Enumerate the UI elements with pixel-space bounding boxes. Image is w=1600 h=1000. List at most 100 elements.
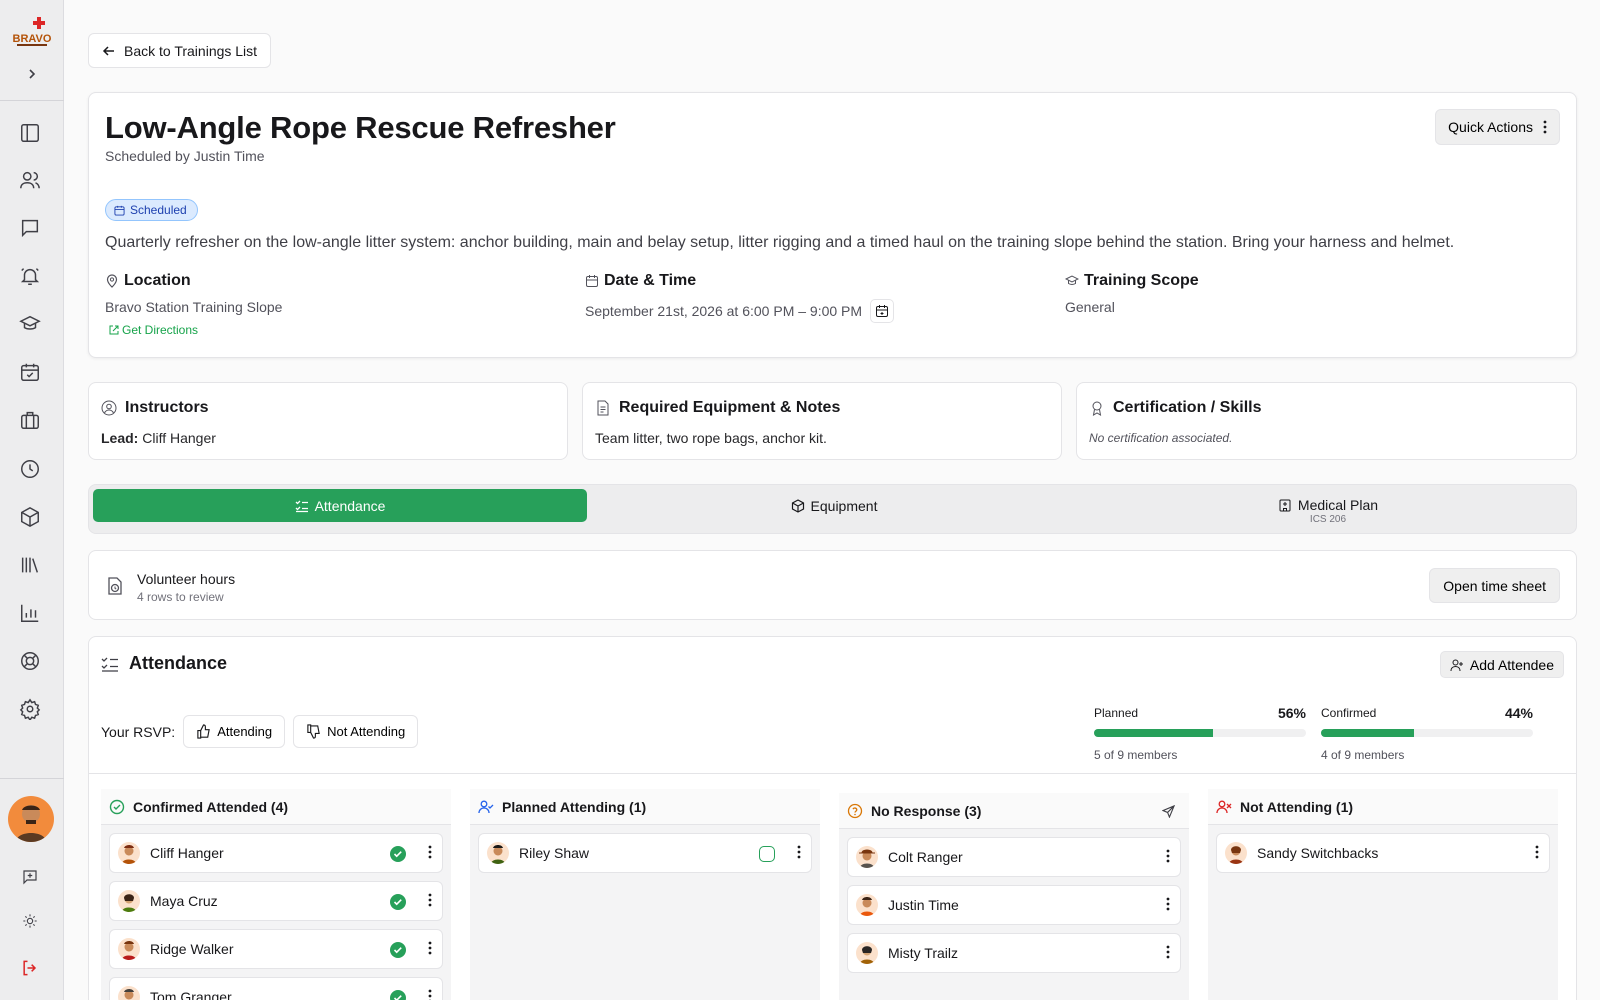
lifebuoy-icon[interactable] [18, 649, 42, 673]
confirmed-check-icon[interactable] [390, 894, 406, 910]
confirmed-check-icon[interactable] [390, 990, 406, 1000]
graduation-cap-icon[interactable] [18, 312, 42, 336]
member-card[interactable]: Misty Trailz [847, 933, 1181, 973]
back-label: Back to Trainings List [124, 42, 258, 59]
bar-chart-icon[interactable] [18, 601, 42, 625]
member-name: Riley Shaw [519, 845, 590, 861]
planned-count: 5 of 9 members [1094, 748, 1178, 762]
send-reminder-icon[interactable] [1161, 804, 1176, 821]
certification-card: Certification / Skills No certification … [1076, 382, 1577, 460]
list-checks-icon [101, 657, 118, 672]
thumbs-down-icon [307, 724, 320, 739]
users-icon[interactable] [18, 168, 42, 192]
more-vertical-icon[interactable] [1166, 897, 1170, 914]
theme-sun-icon[interactable] [18, 909, 42, 933]
column-planned-title: Planned Attending (1) [502, 798, 647, 815]
more-vertical-icon[interactable] [428, 893, 432, 910]
tab-attendance-label: Attendance [314, 497, 386, 514]
panel-icon[interactable] [18, 121, 42, 145]
rsvp-label: Your RSVP: [101, 723, 176, 740]
get-directions-link[interactable]: Get Directions [105, 323, 282, 337]
more-vertical-icon[interactable] [428, 845, 432, 862]
briefcase-icon[interactable] [18, 408, 42, 432]
user-x-icon [1216, 800, 1232, 813]
datetime-value: September 21st, 2026 at 6:00 PM – 9:00 P… [585, 303, 863, 319]
more-vertical-icon [1543, 120, 1547, 134]
member-avatar [118, 890, 140, 912]
rsvp-not-attending-button[interactable]: Not Attending [293, 715, 419, 748]
back-to-trainings-button[interactable]: Back to Trainings List [88, 33, 272, 68]
more-vertical-icon[interactable] [1166, 849, 1170, 866]
alert-bell-icon[interactable] [18, 264, 42, 288]
map-pin-icon [106, 274, 118, 288]
rsvp-attending-button[interactable]: Attending [183, 715, 286, 748]
quick-actions-label: Quick Actions [1448, 119, 1533, 135]
more-vertical-icon[interactable] [1166, 945, 1170, 962]
user-avatar[interactable] [8, 796, 54, 842]
member-avatar [856, 894, 878, 916]
confirmed-count: 4 of 9 members [1321, 748, 1405, 762]
member-card[interactable]: Justin Time [847, 885, 1181, 925]
add-attendee-button[interactable]: Add Attendee [1439, 651, 1564, 678]
thumbs-up-icon [197, 724, 211, 739]
open-time-sheet-button[interactable]: Open time sheet [1429, 568, 1560, 603]
column-not-attending: Not Attending (1) Sandy Switchbacks [1208, 789, 1558, 1000]
member-name: Cliff Hanger [150, 845, 224, 861]
datetime-block: Date & Time September 21st, 2026 at 6:00… [585, 272, 895, 323]
datetime-label: Date & Time [604, 272, 697, 289]
volunteer-hours-card: Volunteer hours 4 rows to review Open ti… [88, 550, 1577, 620]
tab-equipment[interactable]: Equipment [587, 489, 1081, 522]
member-avatar [856, 942, 878, 964]
confirmed-percent: 44% [1504, 705, 1533, 721]
confirmed-label: Confirmed [1321, 706, 1377, 720]
quick-actions-button[interactable]: Quick Actions [1435, 109, 1560, 145]
clock-icon[interactable] [18, 457, 42, 481]
member-card[interactable]: Cliff Hanger [109, 833, 443, 873]
more-vertical-icon[interactable] [1535, 845, 1539, 862]
member-avatar [118, 842, 140, 864]
member-name: Misty Trailz [888, 945, 958, 961]
member-card[interactable]: Tom Granger [109, 977, 443, 1000]
award-icon [1092, 401, 1102, 416]
tab-medical-plan-sub: ICS 206 [1309, 514, 1347, 525]
member-card[interactable]: Sandy Switchbacks [1216, 833, 1550, 873]
logout-icon[interactable] [18, 956, 42, 980]
expand-sidebar-icon[interactable] [22, 64, 42, 84]
planned-checkbox[interactable] [759, 846, 775, 862]
training-header-card: Low‑Angle Rope Rescue Refresher Schedule… [88, 92, 1577, 358]
team-logo[interactable]: BRAVO [11, 16, 53, 48]
calendar-check-icon[interactable] [18, 360, 42, 384]
tab-attendance[interactable]: Attendance [93, 489, 587, 522]
confirmed-check-icon[interactable] [390, 942, 406, 958]
sidebar-divider [0, 778, 64, 779]
add-to-calendar-button[interactable] [870, 299, 895, 323]
member-name: Sandy Switchbacks [1257, 845, 1379, 861]
tab-medical-plan[interactable]: Medical Plan ICS 206 [1081, 492, 1575, 530]
package-icon[interactable] [18, 505, 42, 529]
add-attendee-label: Add Attendee [1469, 656, 1554, 673]
more-vertical-icon[interactable] [428, 941, 432, 958]
more-vertical-icon[interactable] [797, 845, 801, 862]
scope-block: Training Scope General [1065, 272, 1199, 315]
member-card[interactable]: Ridge Walker [109, 929, 443, 969]
member-card[interactable]: Colt Ranger [847, 837, 1181, 877]
column-no-response: No Response (3) Colt Ranger Justin Time … [839, 793, 1189, 1000]
member-avatar [487, 842, 509, 864]
file-clock-icon [108, 577, 122, 595]
confirmed-check-icon[interactable] [390, 846, 406, 862]
library-icon[interactable] [18, 553, 42, 577]
more-vertical-icon[interactable] [428, 989, 432, 1000]
get-directions-label: Get Directions [122, 323, 199, 337]
attendance-divider [89, 773, 1576, 774]
settings-icon[interactable] [18, 697, 42, 721]
scope-value: General [1065, 299, 1115, 315]
rsvp-group: Your RSVP: Attending Not Attending [101, 715, 419, 748]
status-label: Scheduled [130, 203, 187, 217]
member-name: Maya Cruz [150, 893, 218, 909]
planned-label: Planned [1094, 706, 1139, 720]
member-card[interactable]: Maya Cruz [109, 881, 443, 921]
member-card[interactable]: Riley Shaw [478, 833, 812, 873]
member-avatar [1225, 842, 1247, 864]
messages-icon[interactable] [18, 216, 42, 240]
feedback-icon[interactable] [18, 865, 42, 889]
